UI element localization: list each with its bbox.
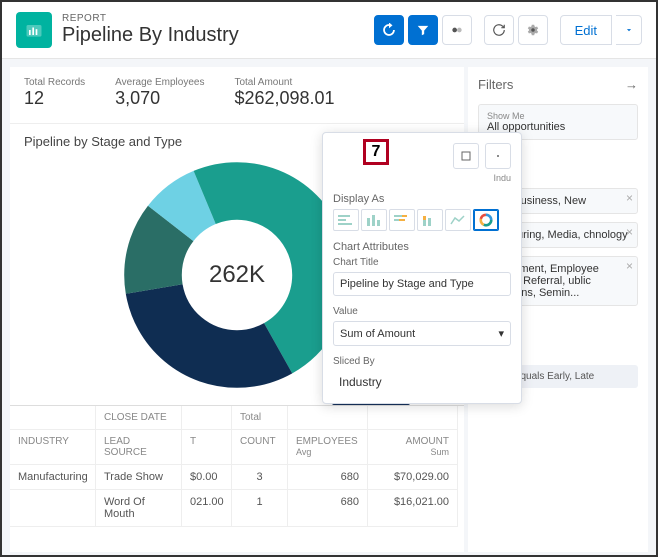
chevron-down-icon: ▾: [498, 327, 504, 340]
popover-subtitle: Indu: [333, 173, 511, 183]
chart-type-line[interactable]: [445, 209, 471, 231]
table-row[interactable]: Manufacturing Trade Show $0.00 3 680 $70…: [10, 465, 464, 490]
filters-title: Filters: [478, 77, 513, 92]
settings-button[interactable]: [518, 15, 548, 45]
edit-button[interactable]: Edit: [560, 15, 612, 45]
table-row[interactable]: Word Of Mouth 021.00 1 680 $16,021.00: [10, 490, 464, 527]
col-total[interactable]: Total: [232, 406, 288, 430]
donut-chart[interactable]: 262K: [117, 155, 357, 395]
chart-type-bar-v[interactable]: [361, 209, 387, 231]
close-icon[interactable]: ×: [626, 259, 633, 273]
chart-type-donut[interactable]: [473, 209, 499, 231]
summary-avg-employees-label: Average Employees: [115, 77, 204, 88]
chart-type-selector: [333, 209, 511, 231]
summary-bar: Total Records 12 Average Employees 3,070…: [10, 67, 464, 124]
reload-button[interactable]: [484, 15, 514, 45]
col-lead-source[interactable]: LEAD SOURCE: [96, 430, 182, 465]
display-as-label: Display As: [333, 193, 511, 205]
chart-properties-popover: 7 Indu Display As Chart Attributes Chart…: [322, 132, 522, 404]
close-icon[interactable]: ×: [626, 225, 633, 239]
sliced-by-label: Sliced By: [333, 356, 511, 367]
summary-total-records-label: Total Records: [24, 77, 85, 88]
summary-total-amount-label: Total Amount: [234, 77, 334, 88]
value-select[interactable]: Sum of Amount ▾: [333, 321, 511, 346]
chart-type-stacked-h[interactable]: [389, 209, 415, 231]
filter-button[interactable]: [408, 15, 438, 45]
summary-total-records-value: 12: [24, 88, 85, 109]
value-label: Value: [333, 306, 511, 317]
col-amount[interactable]: AMOUNT Sum: [368, 430, 458, 465]
edit-menu-chevron[interactable]: [616, 15, 642, 45]
chart-settings-button[interactable]: [485, 143, 511, 169]
summary-total-amount-value: $262,098.01: [234, 88, 334, 109]
chart-title-input[interactable]: [333, 272, 511, 296]
page-title: Pipeline By Industry: [62, 24, 239, 47]
col-industry[interactable]: INDUSTRY: [10, 430, 96, 465]
chart-title-label: Chart Title: [333, 257, 511, 268]
step-marker: 7: [363, 139, 389, 165]
chart-type-bar-h[interactable]: [333, 209, 359, 231]
donut-center-value: 262K: [117, 155, 357, 395]
col-close-date[interactable]: CLOSE DATE: [96, 406, 182, 430]
page-kicker: REPORT: [62, 13, 239, 24]
col-t[interactable]: T: [182, 430, 232, 465]
chart-attributes-label: Chart Attributes: [333, 241, 511, 253]
report-app-icon: [16, 12, 52, 48]
refresh-chart-button[interactable]: [374, 15, 404, 45]
sliced-by-value: Industry: [333, 371, 511, 393]
chart-type-stacked-v[interactable]: [417, 209, 443, 231]
close-icon[interactable]: ×: [626, 191, 633, 205]
filters-collapse-icon[interactable]: →: [625, 77, 638, 92]
col-count[interactable]: COUNT: [232, 430, 288, 465]
toolbar: Edit: [374, 15, 642, 45]
toggle-chart-button[interactable]: [442, 15, 472, 45]
report-table: CLOSE DATE Total INDUSTRY LEAD SOURCE T …: [10, 405, 464, 527]
report-header: REPORT Pipeline By Industry Edit: [2, 2, 656, 59]
col-employees[interactable]: EMPLOYEES Avg: [288, 430, 368, 465]
chart-expand-button[interactable]: [453, 143, 479, 169]
summary-avg-employees-value: 3,070: [115, 88, 204, 109]
